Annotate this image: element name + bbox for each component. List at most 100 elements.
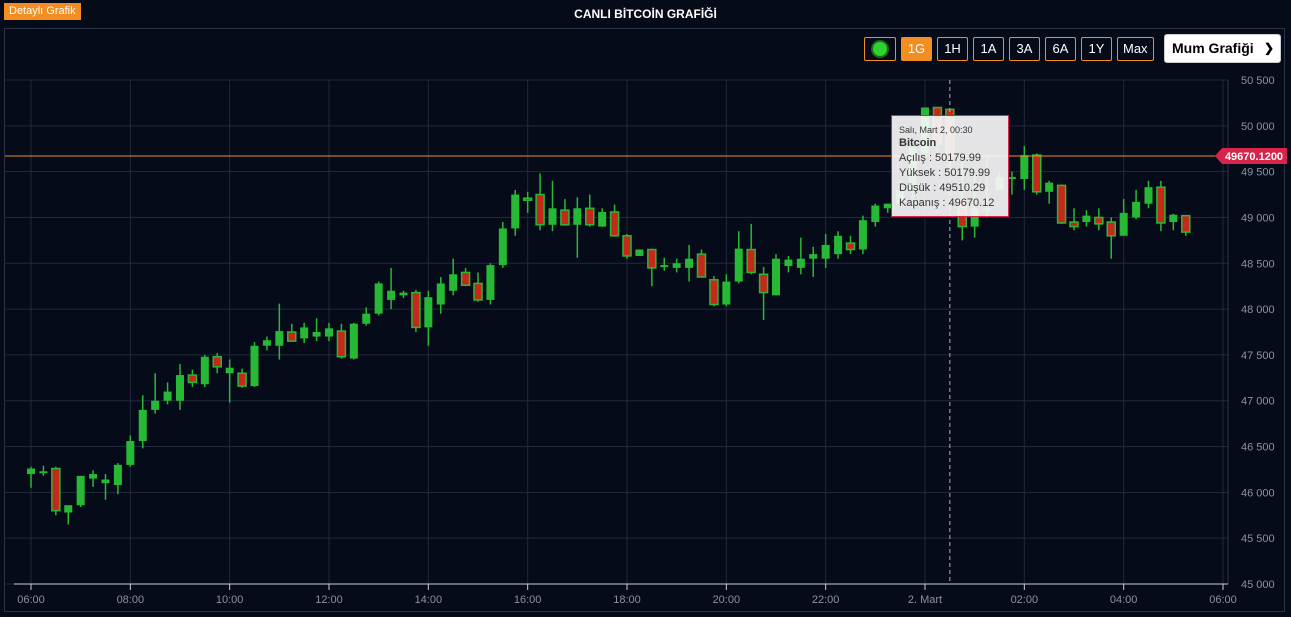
candle-down <box>212 353 222 374</box>
candle-up <box>300 322 309 343</box>
candle-up <box>225 359 234 403</box>
candle-down <box>522 191 533 213</box>
candle-down <box>287 323 297 342</box>
x-tick-label: 20:00 <box>713 594 741 606</box>
candle-body <box>349 323 358 359</box>
x-tick-label: 12:00 <box>315 594 343 606</box>
candle-up <box>1045 180 1054 204</box>
candle-body <box>598 211 607 227</box>
candle-down <box>696 249 707 278</box>
candle-down <box>460 267 471 287</box>
candle-body <box>845 242 856 251</box>
candle-body <box>262 340 271 346</box>
candle-body <box>250 345 259 387</box>
candle-body <box>460 271 471 287</box>
candle-up <box>685 244 694 282</box>
tooltip-low: Düşük : 49510.29 <box>899 182 986 194</box>
candle-down <box>709 276 719 307</box>
candle-body <box>1094 216 1104 225</box>
candle-body <box>27 468 35 475</box>
candle-up <box>1082 210 1091 227</box>
range-button-1a[interactable]: 1A <box>973 37 1004 61</box>
candle-body <box>486 265 495 300</box>
candle-up <box>598 208 607 227</box>
candle-body <box>312 332 321 337</box>
candle-body <box>1119 212 1128 236</box>
candle-up <box>101 474 110 500</box>
candle-up <box>1169 213 1178 231</box>
range-button-1h[interactable]: 1H <box>937 37 968 61</box>
candle-up <box>635 249 644 256</box>
x-tick-label: 02:00 <box>1011 594 1039 606</box>
x-axis: 06:00 08:00 10:00 12:00 14:00 16:00 18:00 20:00… <box>14 583 1237 606</box>
candle-body <box>325 328 333 337</box>
x-tick-label: 10:00 <box>216 594 244 606</box>
candle-down <box>1032 153 1042 195</box>
chart-type-value: Mum Grafiği <box>1172 40 1254 56</box>
candle-up <box>113 463 122 495</box>
candle-up <box>200 354 209 387</box>
candle-down <box>535 173 545 231</box>
candle-body <box>1169 214 1178 223</box>
y-tick-label: 50 000 <box>1241 121 1275 133</box>
candle-body <box>113 464 122 486</box>
candle-body <box>622 235 632 257</box>
range-button-3a[interactable]: 3A <box>1009 37 1040 61</box>
candle-down <box>187 369 198 387</box>
candle-body <box>685 258 694 268</box>
candle-body <box>1106 221 1116 237</box>
candle-up <box>262 336 271 351</box>
range-button-max[interactable]: Max <box>1117 37 1154 61</box>
candle-up <box>809 246 818 278</box>
candle-up <box>498 222 507 268</box>
candle-up <box>151 373 160 414</box>
candle-up <box>660 257 669 271</box>
candle-up <box>64 505 73 525</box>
candles <box>27 106 1191 525</box>
candle-body <box>722 281 731 305</box>
candle-body <box>399 292 408 296</box>
candle-body <box>163 391 172 401</box>
y-tick-label: 48 000 <box>1241 304 1275 316</box>
candle-up <box>1020 145 1029 190</box>
candle-body <box>436 283 445 305</box>
candle-body <box>746 248 756 274</box>
candle-up <box>871 203 880 227</box>
candle-down <box>237 368 247 388</box>
candle-up <box>784 255 793 273</box>
candle-body <box>449 274 458 291</box>
candle-body <box>535 193 545 226</box>
candle-down <box>758 266 769 321</box>
range-button-1g[interactable]: 1G <box>901 37 932 61</box>
x-tick-label: 22:00 <box>812 594 840 606</box>
y-tick-label: 48 500 <box>1241 258 1275 270</box>
candle-up <box>1132 189 1141 220</box>
candlestick-chart[interactable]: 45 000 45 500 46 000 46 500 47 000 47 500 48 0… <box>0 0 1291 617</box>
candle-up <box>39 465 48 476</box>
y-tick-label: 50 500 <box>1241 75 1275 87</box>
candle-up <box>138 395 147 449</box>
candle-down <box>1156 180 1166 232</box>
candle-up <box>722 274 731 307</box>
candle-body <box>858 220 867 250</box>
live-toggle-button[interactable] <box>864 37 896 61</box>
candle-down <box>1056 184 1067 224</box>
candle-body <box>1069 221 1079 228</box>
candle-up <box>275 303 284 360</box>
tooltip-time: Salı, Mart 2, 00:30 <box>899 125 973 135</box>
candle-up <box>27 466 35 488</box>
candle-body <box>300 327 309 339</box>
range-button-6a[interactable]: 6A <box>1045 37 1076 61</box>
candle-up <box>548 180 557 232</box>
candle-up <box>387 267 396 310</box>
candle-body <box>1007 177 1016 180</box>
range-button-1y[interactable]: 1Y <box>1081 37 1112 61</box>
price-tooltip: Salı, Mart 2, 00:30 Bitcoin Açılış : 501… <box>891 115 1009 217</box>
candle-body <box>76 475 85 506</box>
x-tick-label: 04:00 <box>1110 594 1138 606</box>
candle-up <box>76 475 85 508</box>
chevron-down-icon: ❯ <box>1263 41 1274 55</box>
candle-up <box>1144 180 1153 209</box>
y-tick-label: 45 500 <box>1241 533 1275 545</box>
chart-type-select[interactable]: Mum Grafiği ❯ <box>1164 34 1281 63</box>
